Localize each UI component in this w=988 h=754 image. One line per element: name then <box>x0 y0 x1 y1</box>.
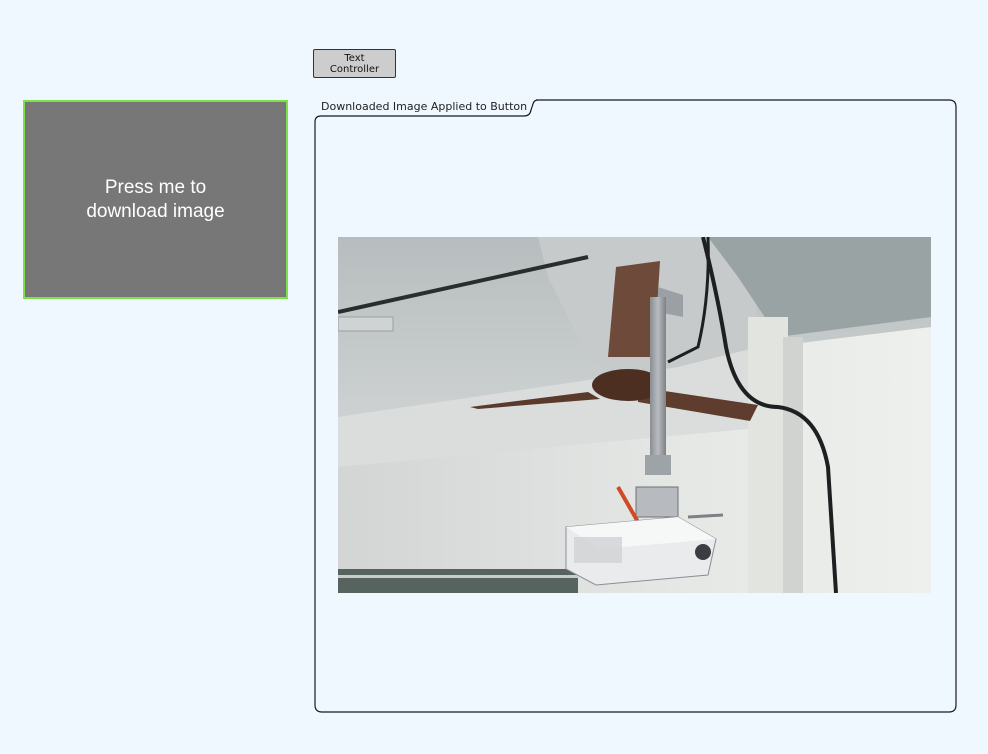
group-box-header: Downloaded Image Applied to Button <box>321 100 528 113</box>
downloaded-image <box>338 237 931 593</box>
